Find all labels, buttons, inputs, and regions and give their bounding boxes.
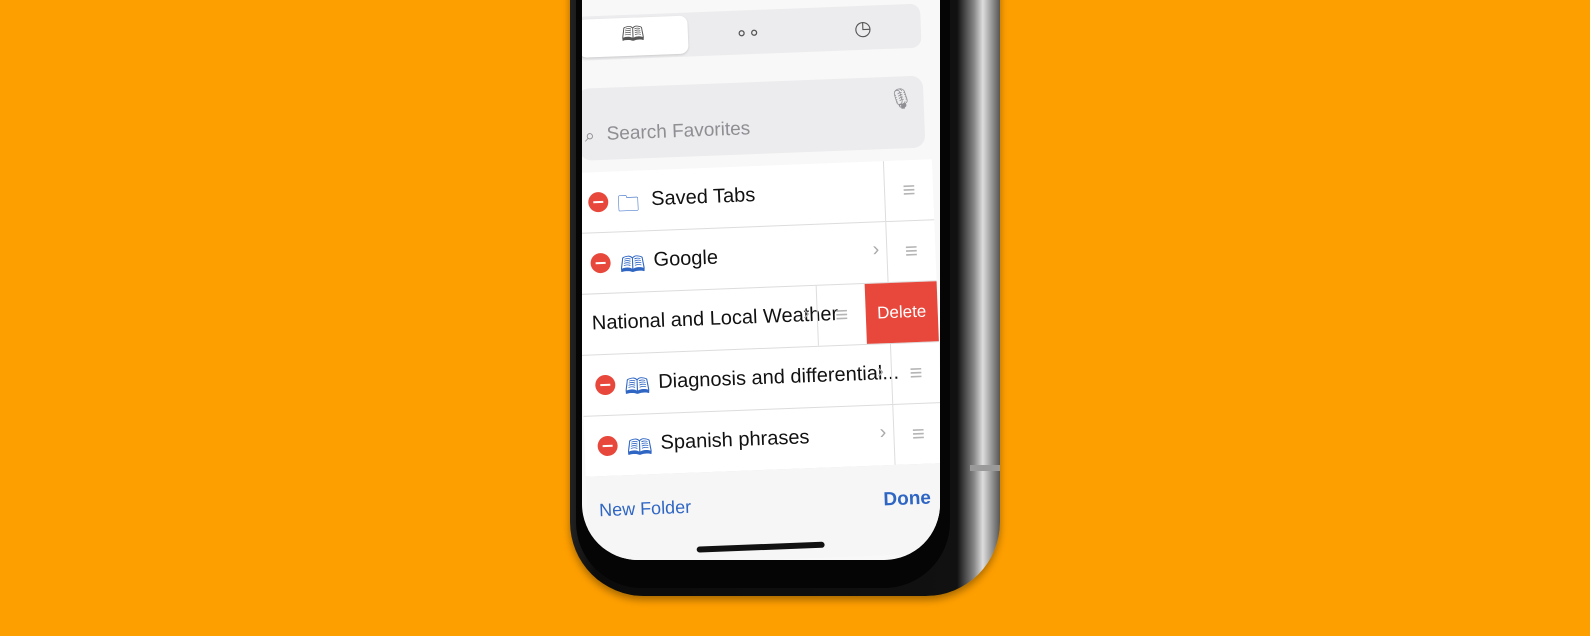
item-label: Diagnosis and differential... xyxy=(657,361,900,393)
bookmarks-view: 🕮 ∘∘ ◷ ⌕ Search Favorites 🎙 🗀 Saved Tabs… xyxy=(582,0,940,560)
book-icon: 🕮 xyxy=(626,434,654,461)
chevron-right-icon: › xyxy=(872,238,880,261)
tab-bookmarks[interactable]: 🕮 xyxy=(582,15,689,58)
new-folder-button[interactable]: New Folder xyxy=(599,497,692,522)
item-label: Spanish phrases xyxy=(660,426,810,454)
search-icon: ⌕ xyxy=(584,125,596,146)
tab-reading-list[interactable]: ∘∘ xyxy=(692,11,803,53)
microphone-icon[interactable]: 🎙 xyxy=(888,86,914,112)
chevron-right-icon: › xyxy=(879,421,887,444)
reorder-handle-icon[interactable]: ≡ xyxy=(885,220,937,283)
search-placeholder: Search Favorites xyxy=(606,118,751,145)
side-button xyxy=(970,465,1000,471)
delete-toggle-icon[interactable] xyxy=(597,435,619,457)
item-label: Saved Tabs xyxy=(650,184,756,211)
delete-toggle-icon[interactable] xyxy=(587,191,609,213)
item-label: National and Local Weather xyxy=(591,302,839,335)
tab-history[interactable]: ◷ xyxy=(807,7,918,49)
delete-button[interactable]: Delete xyxy=(864,281,939,344)
reorder-handle-icon[interactable]: ≡ xyxy=(882,159,935,222)
reorder-handle-icon[interactable]: ≡ xyxy=(889,342,940,404)
clock-icon: ◷ xyxy=(853,17,872,40)
folder-icon: 🗀 xyxy=(616,190,640,217)
search-input[interactable]: ⌕ Search Favorites 🎙 xyxy=(582,75,926,161)
book-icon: 🕮 xyxy=(619,251,647,278)
book-icon: 🕮 xyxy=(620,23,646,47)
delete-toggle-icon[interactable] xyxy=(594,374,616,396)
bookmark-list: 🗀 Saved Tabs ≡ 🕮 Google › ≡ National and… xyxy=(582,159,940,478)
chevron-right-icon: › xyxy=(802,302,811,325)
segmented-control: 🕮 ∘∘ ◷ xyxy=(582,3,922,61)
screen: 🕮 ∘∘ ◷ ⌕ Search Favorites 🎙 🗀 Saved Tabs… xyxy=(582,0,940,560)
glasses-icon: ∘∘ xyxy=(734,21,761,45)
delete-toggle-icon[interactable] xyxy=(590,252,612,274)
chevron-right-icon: › xyxy=(876,360,885,383)
done-button[interactable]: Done xyxy=(883,488,931,512)
reorder-handle-icon[interactable]: ≡ xyxy=(892,403,940,465)
reorder-handle-icon[interactable]: ≡ xyxy=(815,283,867,346)
item-label: Google xyxy=(653,246,719,272)
book-icon: 🕮 xyxy=(623,373,651,400)
